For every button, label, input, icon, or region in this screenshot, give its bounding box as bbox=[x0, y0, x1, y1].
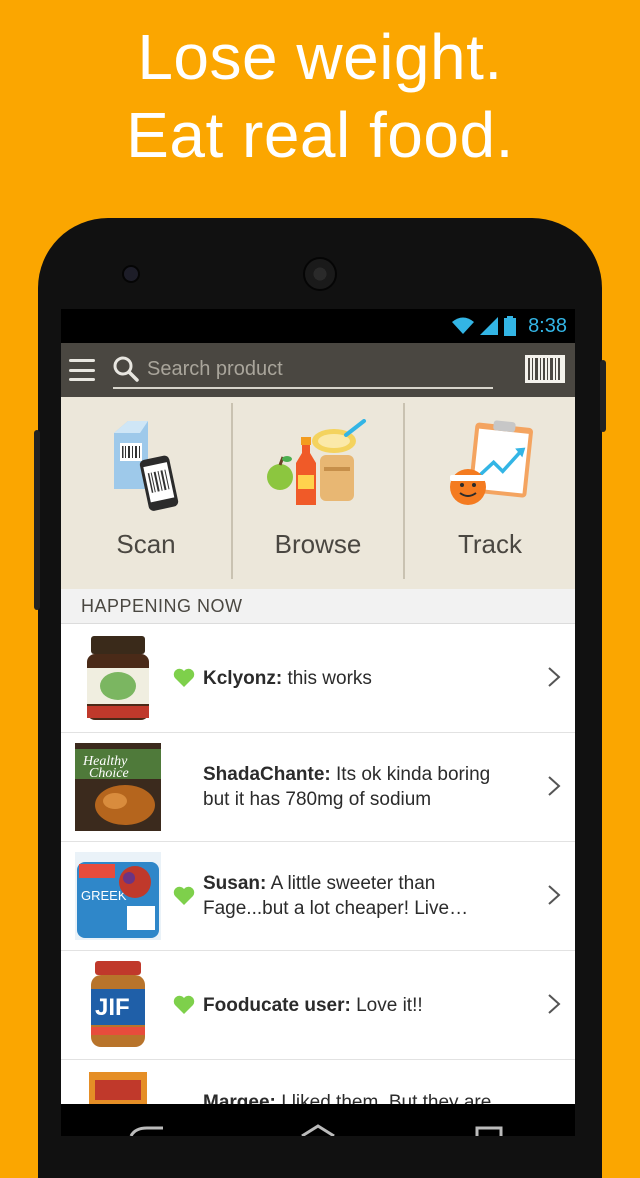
feed-comment: Love it!! bbox=[350, 994, 423, 1016]
feed-user: Fooducate user: bbox=[203, 994, 351, 1016]
search-input[interactable]: Search product bbox=[113, 351, 493, 389]
back-icon[interactable] bbox=[127, 1122, 167, 1136]
product-thumbnail bbox=[75, 634, 161, 722]
product-thumbnail: Healthy Choice bbox=[75, 743, 161, 831]
system-nav-bar bbox=[61, 1104, 575, 1136]
feed-item[interactable]: Kclyonz: this works bbox=[61, 624, 575, 733]
battery-icon bbox=[504, 316, 517, 336]
phone-screen: 8:38 Search product Scan Browse Track HA… bbox=[61, 309, 575, 1136]
signal-icon bbox=[480, 317, 499, 335]
heart-icon bbox=[173, 995, 195, 1014]
front-camera bbox=[122, 265, 140, 283]
action-tiles: Scan Browse Track bbox=[61, 397, 575, 589]
groceries-icon bbox=[267, 419, 366, 505]
heart-icon bbox=[173, 668, 195, 687]
home-icon[interactable] bbox=[298, 1122, 338, 1136]
clock: 8:38 bbox=[528, 314, 567, 337]
feed-user: Kclyonz: bbox=[203, 667, 283, 689]
earpiece-speaker bbox=[303, 257, 337, 291]
barcode-icon[interactable] bbox=[525, 355, 565, 383]
product-thumbnail: GREEK bbox=[75, 852, 161, 940]
chevron-right-icon bbox=[548, 776, 561, 796]
feed-list: Kclyonz: this works Healthy Choice Shada… bbox=[61, 624, 575, 1136]
svg-text:Choice: Choice bbox=[89, 766, 129, 781]
feed-item[interactable]: JIF Fooducate user: Love it!! bbox=[61, 951, 575, 1060]
heart-icon bbox=[173, 886, 195, 905]
app-bar: Search product bbox=[61, 343, 575, 397]
section-heading: HAPPENING NOW bbox=[61, 589, 575, 624]
wifi-icon bbox=[452, 317, 475, 334]
feed-item[interactable]: Healthy Choice ShadaChante: Its ok kinda… bbox=[61, 733, 575, 842]
feed-item-text: Kclyonz: this works bbox=[203, 624, 519, 732]
chevron-right-icon bbox=[548, 994, 561, 1014]
feed-user: ShadaChante: bbox=[203, 764, 331, 785]
feed-item[interactable]: GREEK Susan: A little sweeter than Fage.… bbox=[61, 842, 575, 951]
chevron-right-icon bbox=[548, 667, 561, 687]
svg-text:JIF: JIF bbox=[95, 994, 130, 1021]
status-bar: 8:38 bbox=[61, 309, 575, 343]
search-placeholder: Search product bbox=[147, 357, 283, 380]
tile-label-track: Track bbox=[457, 529, 523, 559]
chevron-right-icon bbox=[548, 885, 561, 905]
tile-label-browse: Browse bbox=[274, 529, 362, 559]
tile-label-scan: Scan bbox=[116, 529, 176, 559]
phone-power-button bbox=[600, 360, 606, 432]
recents-icon[interactable] bbox=[469, 1122, 509, 1136]
scan-barcode-phone-icon bbox=[114, 421, 179, 511]
phone-volume-button bbox=[34, 430, 40, 610]
feed-comment: this works bbox=[282, 667, 372, 689]
menu-icon[interactable] bbox=[69, 359, 95, 381]
feed-item-text: Susan: A little sweeter than Fage...but … bbox=[203, 842, 519, 950]
promo-headline: Lose weight. Eat real food. bbox=[0, 18, 640, 174]
product-thumbnail: JIF bbox=[75, 961, 161, 1049]
scan-tile[interactable]: Scan bbox=[61, 397, 231, 589]
search-icon bbox=[113, 356, 139, 382]
promo-line-1: Lose weight. bbox=[137, 21, 503, 93]
promo-line-2: Eat real food. bbox=[126, 99, 514, 171]
clipboard-chart-icon bbox=[450, 420, 533, 505]
svg-text:GREEK: GREEK bbox=[81, 888, 127, 903]
track-tile[interactable]: Track bbox=[403, 403, 575, 579]
browse-tile[interactable]: Browse bbox=[231, 403, 403, 579]
feed-user: Susan: bbox=[203, 873, 267, 894]
feed-item-text: ShadaChante: Its ok kinda boring but it … bbox=[203, 733, 519, 841]
feed-item-text: Fooducate user: Love it!! bbox=[203, 951, 519, 1059]
